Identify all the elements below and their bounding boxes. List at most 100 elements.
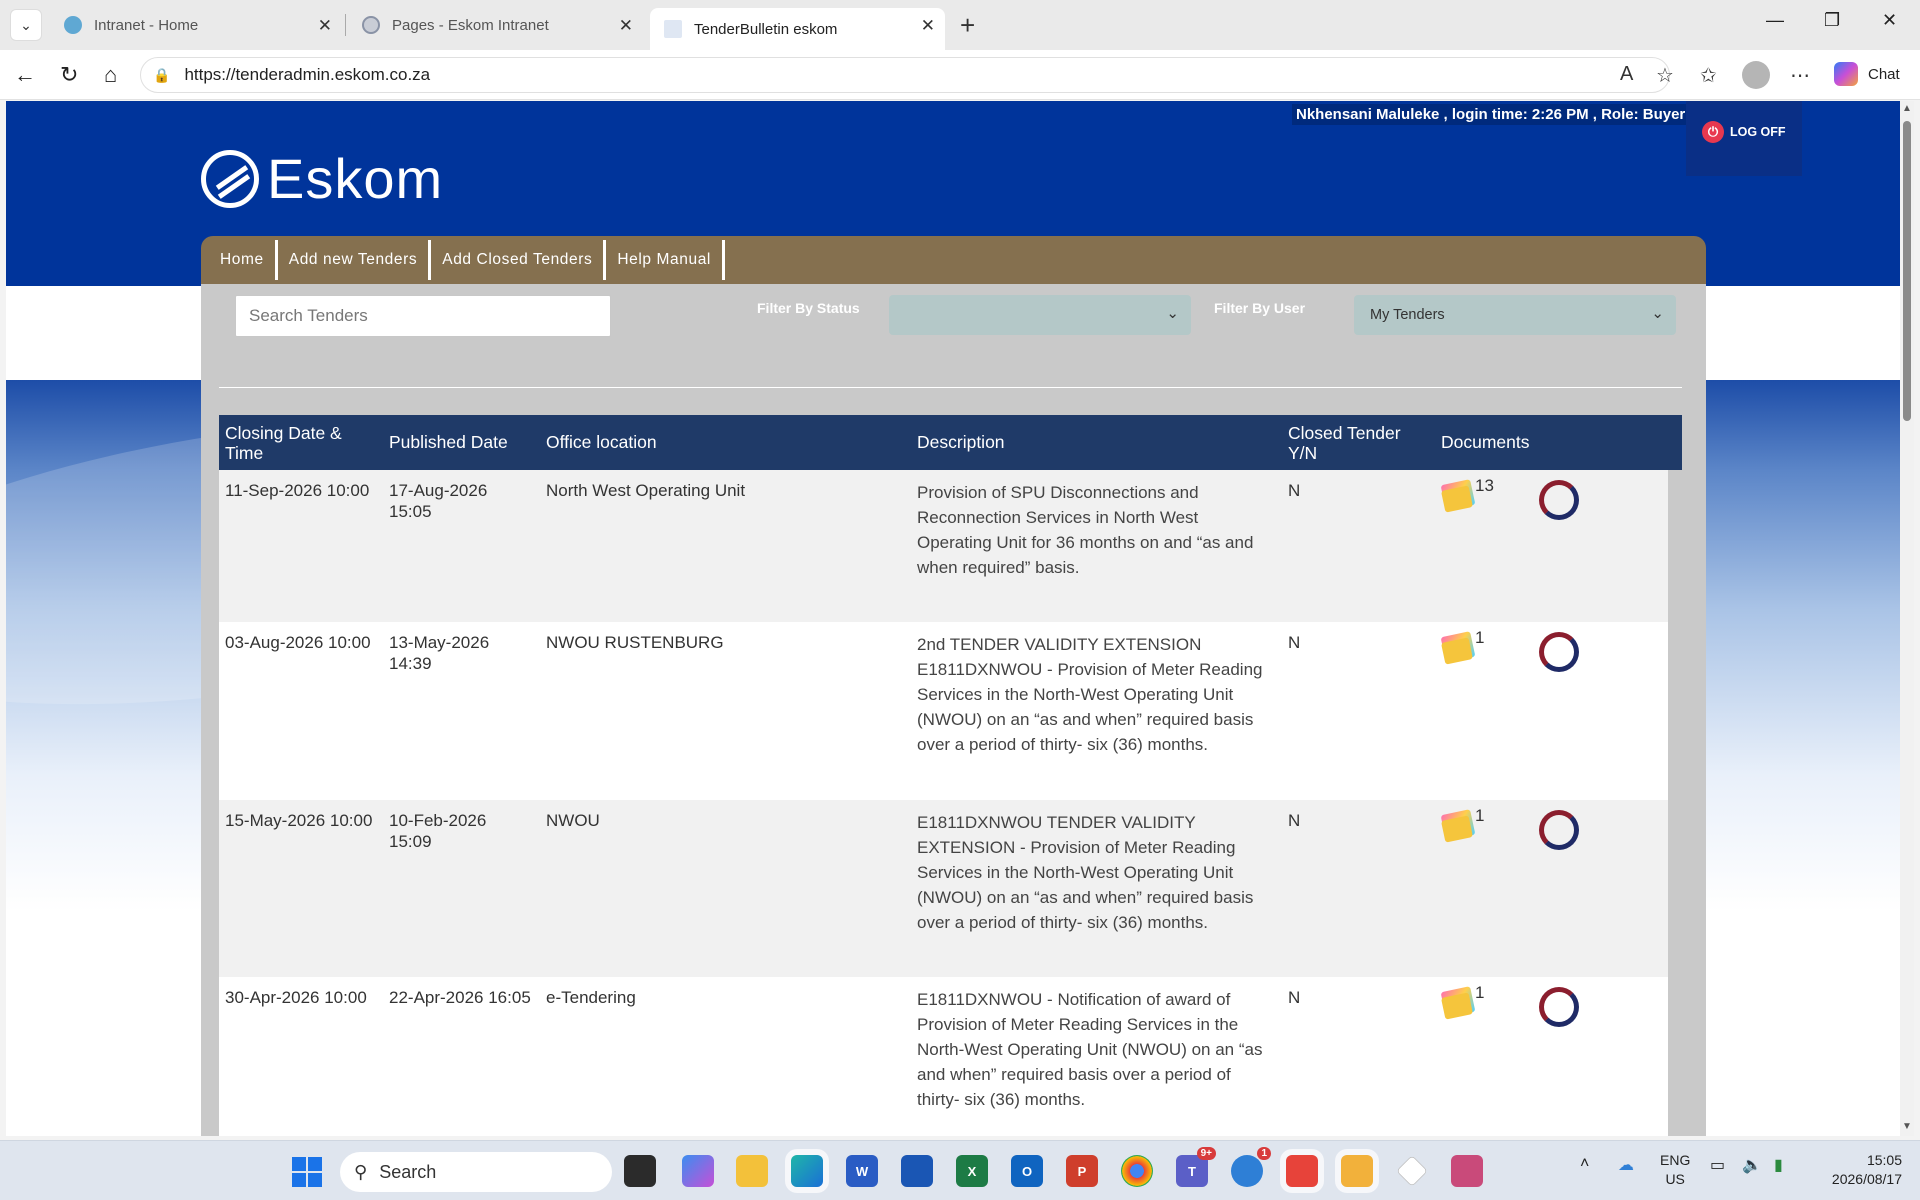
snipping-tool-icon[interactable] [1451,1155,1483,1187]
tab-title: TenderBulletin eskom [694,20,838,38]
search-tenders-input[interactable]: Search Tenders [235,295,611,337]
power-icon: ⏻ [1702,121,1724,143]
volume-icon[interactable]: 🔈 [1742,1155,1762,1175]
network-icon[interactable]: ▭ [1710,1155,1725,1175]
table-row[interactable]: 03-Aug-2026 10:00 13-May-2026 14:39 NWOU… [219,622,1668,800]
tray-chevron-icon[interactable]: ˄ [1580,1155,1589,1173]
teams-icon[interactable]: T 9+ [1176,1147,1216,1187]
table-row[interactable]: 15-May-2026 10:00 10-Feb-2026 15:09 NWOU… [219,800,1668,977]
col-description[interactable]: Description [917,432,1005,452]
tab-title: Pages - Eskom Intranet [392,16,549,34]
documents-link[interactable]: 1 [1440,983,1484,1020]
refresh-icon[interactable]: ↻ [60,62,78,88]
excel-icon[interactable]: X [956,1155,988,1187]
close-tab-icon[interactable]: ✕ [619,16,633,36]
chevron-down-icon: ⌄ [1651,305,1664,322]
store-icon[interactable] [901,1155,933,1187]
close-tab-icon[interactable]: ✕ [921,16,935,36]
diamond-app-icon[interactable] [1396,1155,1428,1187]
search-icon: ⚲ [354,1161,368,1182]
col-published[interactable]: Published Date [389,432,508,452]
outlook-icon[interactable]: O [1011,1155,1043,1187]
col-documents[interactable]: Documents [1441,432,1530,452]
eskom-logo: Eskom [201,146,443,211]
lang-region: US [1665,1171,1685,1187]
powerpoint-icon[interactable]: P [1066,1155,1098,1187]
tab-strip: ⌄ Intranet - Home ✕ Pages - Eskom Intran… [0,0,1920,50]
scrollbar-thumb[interactable] [1903,121,1911,421]
tab-list-button[interactable]: ⌄ [10,9,42,41]
onedrive-icon[interactable]: ☁ [1618,1155,1634,1175]
battery-icon[interactable]: ▮ [1774,1155,1783,1175]
system-clock[interactable]: 15:05 2026/08/17 [1818,1151,1902,1189]
table-row[interactable]: 11-Sep-2026 10:00 17-Aug-2026 15:05 Nort… [219,470,1668,622]
col-office[interactable]: Office location [546,432,657,452]
read-aloud-icon[interactable]: A [1620,63,1633,86]
main-nav: Home Add new Tenders Add Closed Tenders … [201,236,1706,284]
copilot-chat-button[interactable]: Chat [1834,62,1900,86]
taskbar-search-label: Search [379,1161,437,1182]
back-arrow-icon[interactable]: ← [14,62,36,88]
nav-add-new-tenders[interactable]: Add new Tenders [278,240,432,280]
language-indicator[interactable]: ENG US [1660,1151,1690,1189]
refresh-status-icon[interactable] [1539,810,1579,850]
windows-app-icon[interactable] [1286,1155,1318,1187]
sticky-app-icon[interactable] [1341,1155,1373,1187]
cell-description: E1811DXNWOU TENDER VALIDITY EXTENSION - … [917,813,1254,932]
more-menu-icon[interactable]: ⋯ [1790,63,1810,88]
nav-home[interactable]: Home [209,240,278,280]
url-field[interactable]: 🔒 https://tenderadmin.eskom.co.za [140,57,1670,93]
word-icon[interactable]: W [846,1155,878,1187]
refresh-status-icon[interactable] [1539,632,1579,672]
refresh-status-icon[interactable] [1539,480,1579,520]
profile-avatar[interactable] [1742,61,1770,89]
eskom-logo-mark [201,149,259,208]
favorites-icon[interactable]: ✩ [1700,63,1717,88]
tab-pages-eskom[interactable]: Pages - Eskom Intranet ✕ [348,8,643,42]
cell-closed: N [1288,633,1301,652]
filter-user-select[interactable]: My Tenders ⌄ [1354,295,1676,335]
folder-icon [1440,630,1476,665]
close-tab-icon[interactable]: ✕ [318,16,332,36]
task-view-icon[interactable] [624,1155,656,1187]
logoff-button[interactable]: ⏻ LOG OFF [1702,121,1786,143]
chrome-icon[interactable] [1121,1155,1153,1187]
minimize-icon[interactable]: — [1766,10,1784,31]
edge-browser-icon[interactable] [791,1155,823,1187]
nav-add-closed-tenders[interactable]: Add Closed Tenders [431,240,607,280]
taskbar-search[interactable]: ⚲ Search [340,1152,612,1192]
cell-published: 22-Apr-2026 16:05 [389,988,531,1007]
vertical-scrollbar[interactable]: ▲ ▼ [1900,101,1914,1136]
col-closed[interactable]: Closed Tender Y/N [1288,423,1418,463]
filter-status-select[interactable]: ⌄ [889,295,1191,335]
new-tab-button[interactable]: + [960,10,975,40]
home-icon[interactable]: ⌂ [104,62,117,88]
documents-link[interactable]: 1 [1440,628,1484,665]
lang-code: ENG [1660,1152,1691,1168]
window-close-icon[interactable]: ✕ [1882,10,1897,31]
eskom-logo-text: Eskom [267,147,444,210]
col-closing[interactable]: Closing Date & Time [225,423,365,463]
lock-icon: 🔒 [153,66,171,83]
cell-office: NWOU RUSTENBURG [546,633,724,652]
scroll-down-arrow-icon[interactable]: ▼ [1902,1121,1912,1132]
cell-description: Provision of SPU Disconnections and Reco… [917,483,1254,577]
windows-start-icon[interactable] [292,1157,322,1187]
tab-intranet-home[interactable]: Intranet - Home ✕ [50,8,342,42]
cell-closing: 15-May-2026 10:00 [225,811,373,830]
documents-link[interactable]: 1 [1440,806,1485,843]
user-info: Nkhensani Maluleke , login time: 2:26 PM… [1292,104,1690,125]
table-row[interactable]: 30-Apr-2026 10:00 22-Apr-2026 16:05 e-Te… [219,977,1668,1136]
nav-help-manual[interactable]: Help Manual [606,240,725,280]
document-count: 1 [1475,806,1485,825]
scroll-up-arrow-icon[interactable]: ▲ [1902,103,1912,114]
refresh-status-icon[interactable] [1539,987,1579,1027]
documents-link[interactable]: 13 [1440,476,1494,513]
chat-app-icon[interactable]: 1 [1231,1147,1271,1187]
cell-closing: 30-Apr-2026 10:00 [225,988,367,1007]
favorite-star-icon[interactable]: ☆ [1656,63,1674,88]
tab-tenderbulletin[interactable]: TenderBulletin eskom ✕ [650,8,945,50]
m365-icon[interactable] [682,1155,714,1187]
restore-icon[interactable]: ❐ [1824,10,1840,31]
file-explorer-icon[interactable] [736,1155,768,1187]
